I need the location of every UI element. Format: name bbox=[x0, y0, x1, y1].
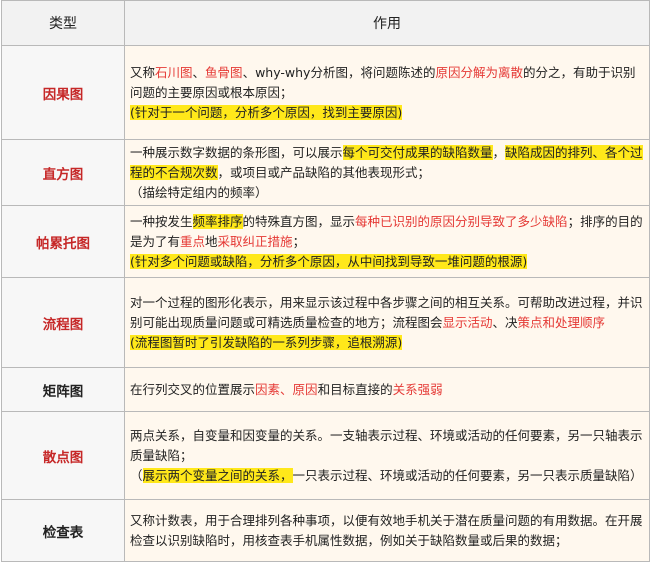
highlight-text: 展示两个变量之间的关系， bbox=[142, 467, 293, 483]
text: 在行列交叉的位置展示 bbox=[130, 381, 256, 397]
red-text: 石川图 bbox=[155, 64, 193, 80]
tool-description: 又称石川图、鱼骨图、why-why分析图，将问题陈述的原因分解为离散的分之，有助… bbox=[124, 45, 650, 140]
red-text: 原因 bbox=[292, 381, 318, 397]
tool-name: 因果图 bbox=[1, 45, 125, 140]
red-text: 因素 bbox=[255, 381, 281, 397]
text: 、why-why分析图，将问题陈述的 bbox=[242, 64, 436, 80]
tool-description: 又称计数表，用于合理排列各种事项，以便有效地手机关于潜在质量问题的有用数据。在开… bbox=[124, 499, 650, 562]
table-row: 因果图 又称石川图、鱼骨图、why-why分析图，将问题陈述的原因分解为离散的分… bbox=[1, 45, 650, 140]
tool-name: 检查表 bbox=[1, 499, 125, 562]
red-text: 每种已识别的原因分别导致了多少缺陷 bbox=[355, 213, 568, 229]
red-text: 鱼骨图 bbox=[205, 64, 243, 80]
header-type: 类型 bbox=[1, 0, 125, 46]
red-text: 采取纠正措施 bbox=[217, 233, 293, 249]
text: ； bbox=[292, 233, 306, 249]
highlight-summary: (流程图暂时了引发缺陷的一系列步骤，追根溯源) bbox=[130, 334, 403, 350]
red-text: 策点和处理顺序 bbox=[517, 314, 606, 330]
red-text: 、 bbox=[280, 381, 293, 397]
table-row: 散点图 两点关系，自变量和因变量的关系。一支轴表示过程、环境或活动的任何要素，另… bbox=[1, 411, 650, 500]
tool-name: 帕累托图 bbox=[1, 205, 125, 278]
text: 两点关系，自变量和因变量的关系。一支轴表示过程、环境或活动的任何要素，另一只轴表… bbox=[130, 427, 643, 463]
table-row: 流程图 对一个过程的图形化表示，用来显示该过程中各步骤之间的相互关系。可帮助改进… bbox=[1, 277, 650, 368]
tool-description: 一种展示数字数据的条形图，可以展示每个可交付成果的缺陷数量，缺陷成因的排列、各个… bbox=[124, 139, 650, 206]
text: ，或项目或产品缺陷的其他表现形式； bbox=[217, 164, 431, 180]
red-text: 关系强弱 bbox=[392, 381, 443, 397]
highlight-summary: (针对多个问题或缺陷，分析多个原因，从中间找到导致一堆问题的根源) bbox=[130, 253, 528, 269]
table-row: 直方图 一种展示数字数据的条形图，可以展示每个可交付成果的缺陷数量，缺陷成因的排… bbox=[1, 139, 650, 206]
text: 和目标直接的 bbox=[317, 381, 393, 397]
highlight-text: 频率排序 bbox=[192, 213, 243, 229]
tool-name: 直方图 bbox=[1, 139, 125, 206]
table-row: 检查表 又称计数表，用于合理排列各种事项，以便有效地手机关于潜在质量问题的有用数… bbox=[1, 499, 650, 562]
text: 又称计数表，用于合理排列各种事项，以便有效地手机关于潜在质量问题的有用数据。在开… bbox=[130, 512, 643, 548]
text: 、决 bbox=[492, 314, 518, 330]
highlight-summary: (针对于一个问题，分析多个原因，找到主要原因) bbox=[130, 104, 403, 120]
header-usage: 作用 bbox=[124, 0, 650, 46]
text: 又称 bbox=[130, 64, 156, 80]
tool-name: 矩阵图 bbox=[1, 367, 125, 412]
text: 一只表示过程、环境或活动的任何要素，另一只表示质量缺陷） bbox=[292, 467, 643, 483]
red-text: 显示活动 bbox=[442, 314, 493, 330]
text: （ bbox=[130, 467, 143, 483]
tool-description: 在行列交叉的位置展示因素、原因和目标直接的关系强弱 bbox=[124, 367, 650, 412]
text: ， bbox=[492, 144, 506, 160]
red-text: 重点 bbox=[180, 233, 206, 249]
table-row: 矩阵图 在行列交叉的位置展示因素、原因和目标直接的关系强弱 bbox=[1, 367, 650, 412]
note: （描绘特定组内的频率） bbox=[130, 184, 268, 200]
text: 、 bbox=[192, 64, 206, 80]
highlight-text: 每个可交付成果的缺陷数量 bbox=[342, 144, 493, 160]
tool-description: 两点关系，自变量和因变量的关系。一支轴表示过程、环境或活动的任何要素，另一只轴表… bbox=[124, 411, 650, 500]
text: 的特殊直方图，显示 bbox=[242, 213, 356, 229]
tool-description: 对一个过程的图形化表示，用来显示该过程中各步骤之间的相互关系。可帮助改进过程，并… bbox=[124, 277, 650, 368]
quality-tools-table: 类型 作用 因果图 又称石川图、鱼骨图、why-why分析图，将问题陈述的原因分… bbox=[1, 0, 650, 562]
header-row: 类型 作用 bbox=[1, 0, 650, 46]
tool-description: 一种按发生频率排序的特殊直方图，显示每种已识别的原因分别导致了多少缺陷；排序的目… bbox=[124, 205, 650, 278]
table-row: 帕累托图 一种按发生频率排序的特殊直方图，显示每种已识别的原因分别导致了多少缺陷… bbox=[1, 205, 650, 278]
tool-name: 流程图 bbox=[1, 277, 125, 368]
text: 一种按发生 bbox=[130, 213, 193, 229]
text: 一种展示数字数据的条形图，可以展示 bbox=[130, 144, 343, 160]
text: 地 bbox=[205, 233, 218, 249]
tool-name: 散点图 bbox=[1, 411, 125, 500]
red-text: 原因分解为离散 bbox=[435, 64, 523, 80]
